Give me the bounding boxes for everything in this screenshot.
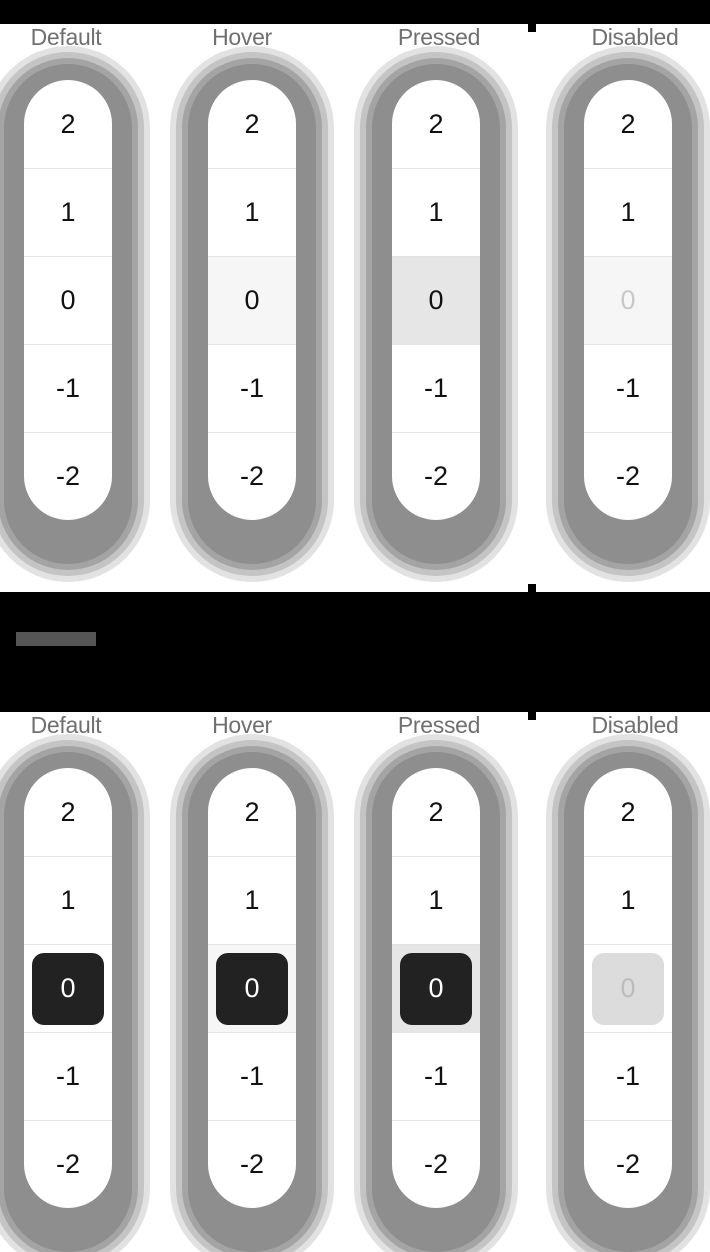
picker-option[interactable]: 2 (208, 80, 296, 168)
picker-option[interactable]: 2 (208, 768, 296, 856)
state-label-pressed: Pressed (397, 24, 481, 50)
top-bar (0, 0, 710, 24)
selected-chip[interactable]: 0 (32, 952, 104, 1025)
value-picker-pressed[interactable]: 2 1 0 -1 -2 (392, 80, 480, 520)
selected-chip[interactable]: 0 (400, 952, 472, 1025)
state-label-disabled: Disabled (591, 712, 679, 738)
divider-swatch (16, 632, 96, 646)
state-label-default: Default (30, 24, 102, 50)
state-label-hover: Hover (212, 712, 272, 738)
value-picker-default[interactable]: 2 1 0 -1 -2 (24, 768, 112, 1208)
picker-option: 2 (620, 796, 636, 827)
marker (528, 584, 536, 592)
picker-option-hovered[interactable]: 0 (208, 256, 296, 344)
picker-option[interactable]: 1 (392, 856, 480, 944)
state-label-disabled: Disabled (591, 24, 679, 50)
picker-option-disabled: 0 (584, 256, 672, 344)
picker-option[interactable]: -2 (24, 432, 112, 520)
selected-chip[interactable]: 0 (216, 952, 288, 1025)
picker-option[interactable]: -1 (24, 1032, 112, 1120)
picker-option[interactable]: 1 (208, 168, 296, 256)
picker-option[interactable]: 2 (392, 80, 480, 168)
picker-option: 1 (584, 168, 672, 256)
picker-option[interactable]: 1 (24, 168, 112, 256)
picker-option: -1 (584, 1032, 672, 1120)
picker-option-selected[interactable]: 0 (24, 256, 112, 344)
value-picker-hover[interactable]: 2 1 0 -1 -2 (208, 80, 296, 520)
picker-option[interactable]: -1 (392, 344, 480, 432)
state-label-default: Default (30, 712, 102, 738)
picker-option: -1 (584, 344, 672, 432)
picker-option[interactable]: 1 (24, 856, 112, 944)
picker-option: -2 (584, 432, 672, 520)
picker-option[interactable]: 1 (392, 168, 480, 256)
picker-option: 2 (620, 108, 636, 139)
picker-option[interactable]: 2 (392, 768, 480, 856)
picker-option: -2 (584, 1120, 672, 1208)
picker-option[interactable]: 2 (24, 80, 112, 168)
value-picker-hover[interactable]: 2 1 0 -1 -2 (208, 768, 296, 1208)
picker-option-selected[interactable]: 0 (24, 944, 112, 1032)
picker-option[interactable]: -1 (24, 344, 112, 432)
value-picker-disabled: 2 1 0 -1 -2 (584, 768, 672, 1208)
marker (528, 24, 536, 32)
picker-option[interactable]: -2 (392, 1120, 480, 1208)
value-picker-default[interactable]: 2 1 0 -1 -2 (24, 80, 112, 520)
section-divider-bar (0, 592, 710, 712)
state-label-hover: Hover (212, 24, 272, 50)
picker-option[interactable]: -2 (208, 432, 296, 520)
state-label-pressed: Pressed (397, 712, 481, 738)
picker-option[interactable]: -2 (208, 1120, 296, 1208)
picker-option[interactable]: -1 (392, 1032, 480, 1120)
picker-option[interactable]: 2 (24, 768, 112, 856)
selected-chip-disabled: 0 (592, 952, 664, 1025)
picker-option[interactable]: -2 (392, 432, 480, 520)
picker-option-pressed[interactable]: 0 (392, 944, 480, 1032)
value-picker-disabled: 2 1 0 -1 -2 (584, 80, 672, 520)
picker-option[interactable]: 1 (208, 856, 296, 944)
picker-option[interactable]: -1 (208, 344, 296, 432)
picker-option-hovered[interactable]: 0 (208, 944, 296, 1032)
value-picker-pressed[interactable]: 2 1 0 -1 -2 (392, 768, 480, 1208)
picker-option: 1 (584, 856, 672, 944)
picker-option[interactable]: -1 (208, 1032, 296, 1120)
picker-option[interactable]: -2 (24, 1120, 112, 1208)
marker (528, 712, 536, 720)
picker-option-pressed[interactable]: 0 (392, 256, 480, 344)
picker-option-disabled: 0 (584, 944, 672, 1032)
